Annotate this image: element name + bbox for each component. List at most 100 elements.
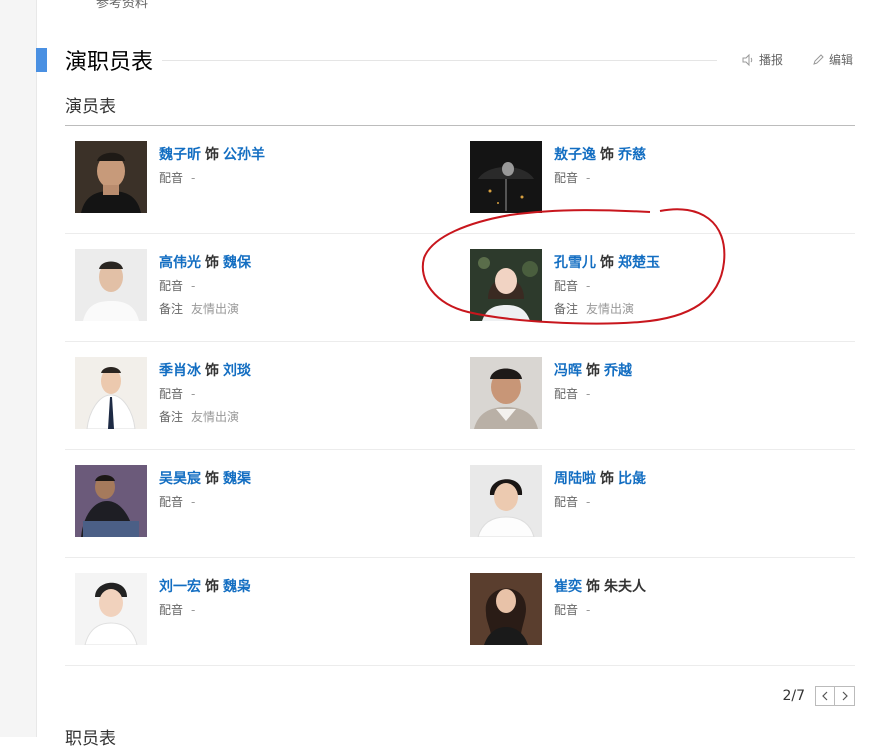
plays-word: 饰 — [586, 363, 600, 379]
plays-word: 饰 — [205, 255, 219, 271]
cast-card: 孔雪儿饰郑楚玉 配音 - 备注 友情出演 — [470, 249, 850, 329]
row-divider — [65, 341, 855, 342]
role-name-link[interactable]: 魏渠 — [223, 471, 251, 487]
cast-divider — [65, 125, 855, 126]
actor-photo[interactable] — [75, 465, 147, 537]
top-fragment-text[interactable]: 参考资料 — [96, 0, 148, 11]
plays-word: 饰 — [205, 147, 219, 163]
actor-name-link[interactable]: 周陆啦 — [554, 471, 596, 487]
dub-line: 配音 - — [554, 385, 590, 402]
prev-page-button[interactable] — [815, 686, 835, 706]
cast-card: 周陆啦饰比彘 配音 - — [470, 465, 850, 545]
dub-label: 配音 — [554, 387, 579, 401]
dub-line: 配音 - — [159, 493, 195, 510]
actor-name-link[interactable]: 刘一宏 — [159, 579, 201, 595]
dub-label: 配音 — [159, 279, 184, 293]
next-page-button[interactable] — [835, 686, 855, 706]
title-divider — [162, 60, 717, 61]
cast-card: 季肖冰饰刘琰 配音 - 备注 友情出演 — [75, 357, 455, 437]
plays-word: 饰 — [600, 255, 614, 271]
actor-photo[interactable] — [470, 141, 542, 213]
role-name: 朱夫人 — [604, 579, 646, 595]
actor-photo[interactable] — [75, 141, 147, 213]
role-name-link[interactable]: 乔慈 — [618, 147, 646, 163]
row-divider — [65, 665, 855, 666]
actor-name-link[interactable]: 崔奕 — [554, 579, 582, 595]
plays-word: 饰 — [205, 363, 219, 379]
dub-value: - — [191, 171, 196, 185]
dub-label: 配音 — [554, 279, 579, 293]
plays-word: 饰 — [205, 579, 219, 595]
chevron-left-icon — [822, 691, 828, 701]
dub-value: - — [586, 387, 591, 401]
actor-name-link[interactable]: 敖子逸 — [554, 147, 596, 163]
role-name-link[interactable]: 比彘 — [618, 471, 646, 487]
section-marker — [36, 48, 47, 72]
dub-line: 配音 - — [554, 601, 590, 618]
pagination: 2/7 — [782, 686, 855, 706]
page-indicator: 2/7 — [782, 688, 805, 704]
actor-photo[interactable] — [470, 249, 542, 321]
actor-photo[interactable] — [75, 249, 147, 321]
dub-line: 配音 - — [554, 493, 590, 510]
role-name-link[interactable]: 乔越 — [604, 363, 632, 379]
cast-card: 冯晖饰乔越 配音 - — [470, 357, 850, 437]
actor-photo[interactable] — [75, 357, 147, 429]
actor-name-link[interactable]: 孔雪儿 — [554, 255, 596, 271]
cast-card: 崔奕饰朱夫人 配音 - — [470, 573, 850, 653]
section-title: 演职员表 — [65, 50, 154, 75]
role-name-link[interactable]: 公孙羊 — [223, 147, 265, 163]
note-line: 备注 友情出演 — [159, 408, 239, 425]
plays-word: 饰 — [586, 579, 600, 595]
dub-label: 配音 — [554, 603, 579, 617]
row-divider — [65, 557, 855, 558]
note-value: 友情出演 — [191, 302, 240, 316]
role-name-link[interactable]: 魏枭 — [223, 579, 251, 595]
note-value: 友情出演 — [586, 302, 635, 316]
cast-card: 高伟光饰魏保 配音 - 备注 友情出演 — [75, 249, 455, 329]
cast-subtitle: 演员表 — [65, 97, 116, 117]
plays-word: 饰 — [600, 471, 614, 487]
dub-label: 配音 — [554, 495, 579, 509]
actor-name-link[interactable]: 吴昊宸 — [159, 471, 201, 487]
dub-value: - — [586, 603, 591, 617]
note-label: 备注 — [159, 410, 184, 424]
note-label: 备注 — [159, 302, 184, 316]
plays-word: 饰 — [205, 471, 219, 487]
dub-value: - — [191, 279, 196, 293]
row-divider — [65, 233, 855, 234]
dub-line: 配音 - — [159, 169, 195, 186]
speaker-icon — [742, 53, 753, 66]
actor-photo[interactable] — [470, 465, 542, 537]
actor-name-link[interactable]: 季肖冰 — [159, 363, 201, 379]
actor-name-link[interactable]: 冯晖 — [554, 363, 582, 379]
role-name-link[interactable]: 郑楚玉 — [618, 255, 660, 271]
actor-photo[interactable] — [470, 573, 542, 645]
actor-photo[interactable] — [75, 573, 147, 645]
chevron-right-icon — [842, 691, 848, 701]
plays-word: 饰 — [600, 147, 614, 163]
note-line: 备注 友情出演 — [554, 300, 634, 317]
role-name-link[interactable]: 魏保 — [223, 255, 251, 271]
actor-name-link[interactable]: 高伟光 — [159, 255, 201, 271]
dub-value: - — [191, 387, 196, 401]
cast-card: 刘一宏饰魏枭 配音 - — [75, 573, 455, 653]
cast-card: 吴昊宸饰魏渠 配音 - — [75, 465, 455, 545]
actor-photo[interactable] — [470, 357, 542, 429]
dub-label: 配音 — [159, 495, 184, 509]
actor-name-link[interactable]: 魏子昕 — [159, 147, 201, 163]
report-button[interactable]: 播报 — [741, 51, 783, 68]
dub-line: 配音 - — [159, 601, 195, 618]
note-value: 友情出演 — [191, 410, 240, 424]
dub-value: - — [586, 279, 591, 293]
role-name-link[interactable]: 刘琰 — [223, 363, 251, 379]
report-label: 播报 — [759, 53, 784, 67]
dub-label: 配音 — [159, 603, 184, 617]
dub-value: - — [586, 495, 591, 509]
dub-value: - — [586, 171, 591, 185]
note-label: 备注 — [554, 302, 579, 316]
cast-card: 魏子昕饰公孙羊 配音 - — [75, 141, 455, 221]
edit-button[interactable]: 编辑 — [811, 51, 853, 68]
dub-line: 配音 - — [554, 277, 590, 294]
dub-line: 配音 - — [554, 169, 590, 186]
